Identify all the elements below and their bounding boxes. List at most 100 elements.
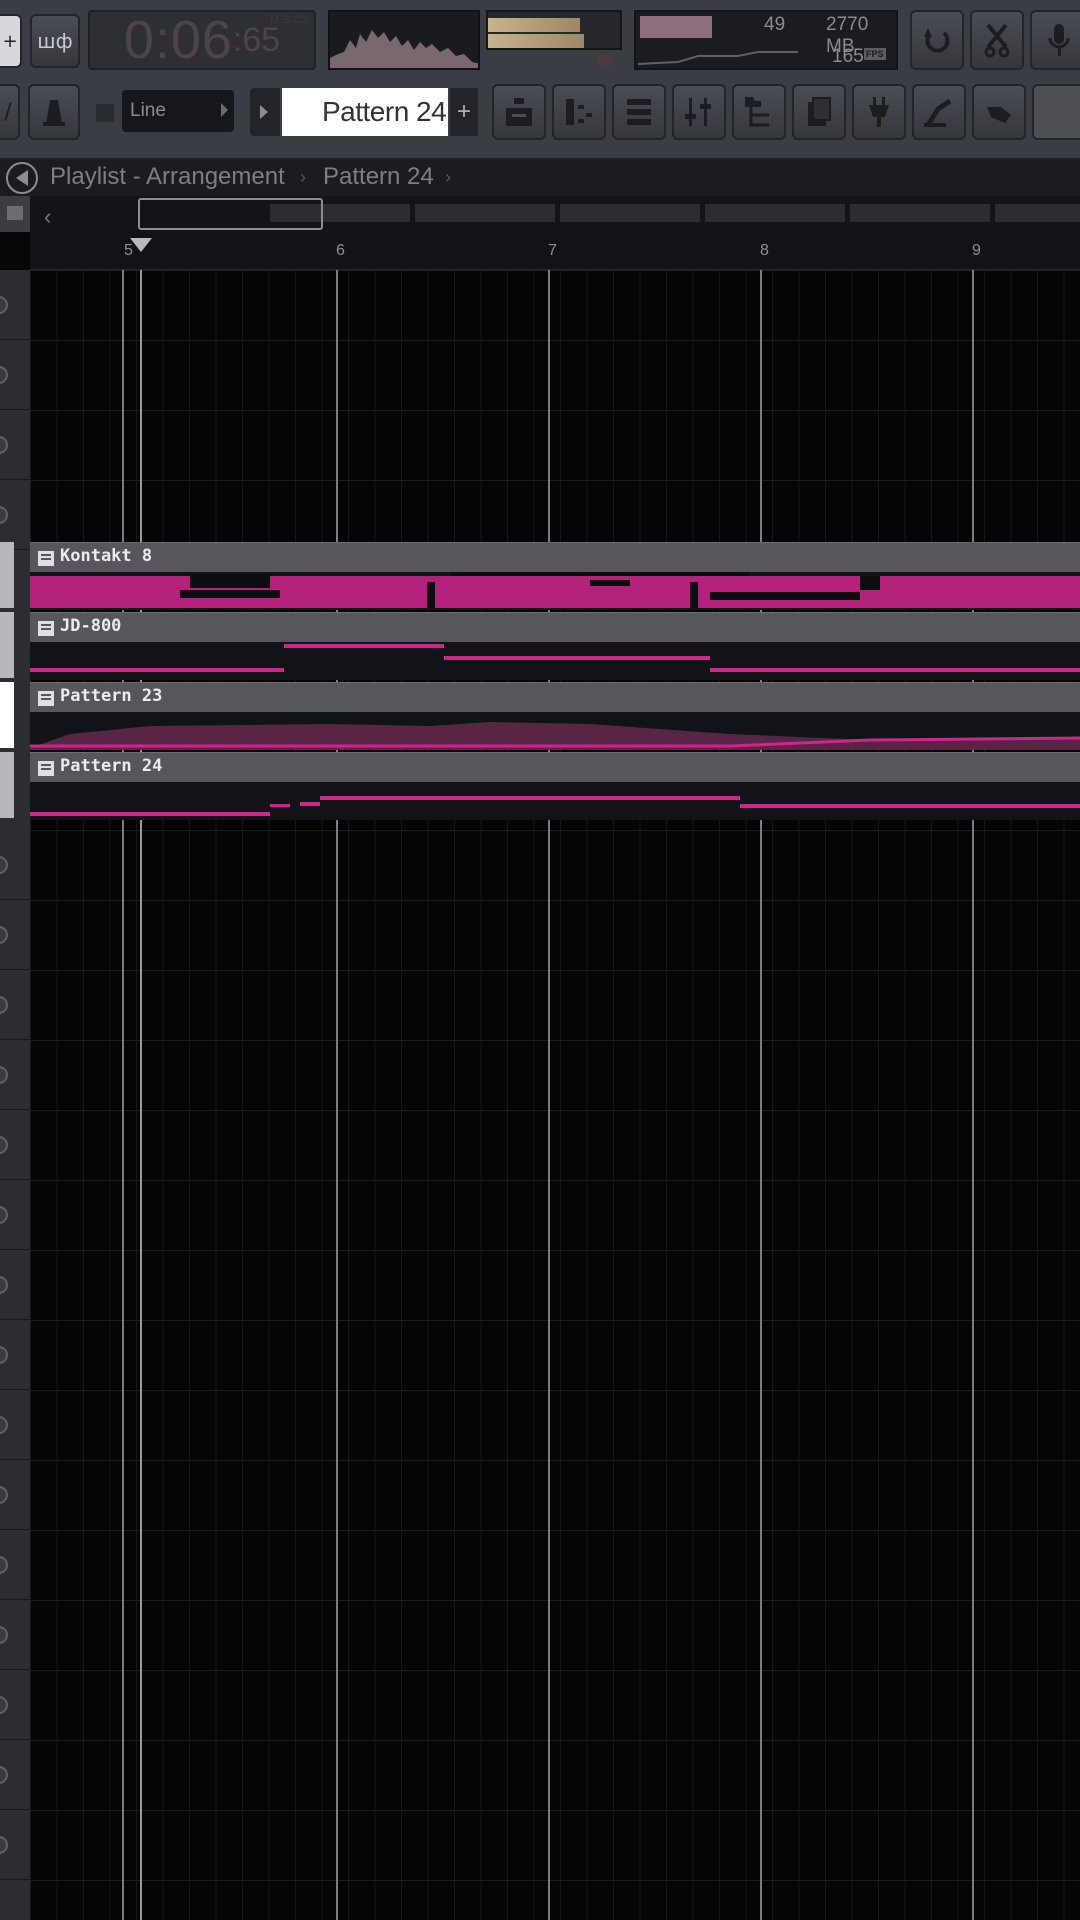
menu-icon: [7, 206, 23, 220]
pedal-button[interactable]: [912, 84, 966, 140]
track-selector[interactable]: [0, 612, 14, 678]
track-row-header: [0, 1390, 30, 1460]
chevron-right-icon: [221, 103, 228, 117]
main-toolbar: + шф 0:06:65 M:S:CS 49 2770 MB 165 FPS: [0, 0, 1080, 160]
track-menu-button[interactable]: [0, 196, 30, 232]
automation-curve: [30, 722, 1080, 750]
playlist-button[interactable]: [492, 84, 546, 140]
clip-header: JD-800: [30, 612, 1080, 642]
mute-button[interactable]: [0, 1206, 8, 1224]
clip-pattern-24[interactable]: Pattern 24: [30, 752, 1080, 820]
mute-button[interactable]: [0, 506, 8, 524]
pattern-clip-icon: [38, 691, 54, 706]
undo-icon: [924, 28, 950, 53]
track-row-header: [0, 1180, 30, 1250]
mic-icon: [1048, 24, 1070, 56]
clip-jd-800[interactable]: JD-800: [30, 612, 1080, 680]
song-time-display[interactable]: 0:06:65 M:S:CS: [88, 10, 316, 70]
piano-roll-button[interactable]: [552, 84, 606, 140]
mute-button[interactable]: [0, 1836, 8, 1854]
mute-button[interactable]: [0, 1556, 8, 1574]
record-button[interactable]: [1030, 10, 1080, 70]
plus-button[interactable]: +: [0, 14, 22, 68]
browser-button[interactable]: [732, 84, 786, 140]
clip-pattern-23[interactable]: Pattern 23: [30, 682, 1080, 750]
track-mute-column: [0, 270, 30, 1920]
overview-segment: [705, 204, 845, 222]
playlist-icon: [506, 98, 532, 126]
plugin-icon: [869, 97, 889, 127]
mute-button[interactable]: [0, 296, 8, 314]
lock-icon: [96, 104, 114, 122]
mute-button[interactable]: [0, 1486, 8, 1504]
note-preview: [30, 572, 1080, 610]
plugin-database-button[interactable]: [852, 84, 906, 140]
playlist-speaker-icon[interactable]: [6, 162, 38, 194]
bar-number: 6: [336, 242, 345, 259]
hand-tool-button[interactable]: [972, 84, 1026, 140]
metronome-button[interactable]: [28, 84, 80, 140]
mute-button[interactable]: [0, 996, 8, 1014]
scroll-left-arrow[interactable]: ‹: [44, 204, 51, 230]
channel-rack-button[interactable]: [612, 84, 666, 140]
cpu-memory-panel[interactable]: 49 2770 MB 165 FPS: [634, 10, 898, 70]
track-row-header: [0, 480, 30, 550]
mute-button[interactable]: [0, 926, 8, 944]
track-row-header: [0, 1740, 30, 1810]
breadcrumb-separator: ›: [300, 167, 306, 187]
pattern-selector[interactable]: Pattern 24: [282, 88, 448, 136]
track-row-header: [0, 1600, 30, 1670]
mute-button[interactable]: [0, 1066, 8, 1084]
cpu-graph: [638, 51, 798, 65]
wave-mode-button[interactable]: шф: [30, 14, 80, 68]
overview-scroll-thumb[interactable]: [138, 198, 323, 230]
bar-line: [760, 270, 762, 1920]
channel-rack-icon: [627, 99, 651, 125]
bar-line: [122, 270, 124, 1920]
note-preview: [30, 782, 1080, 820]
clip-kontakt-8[interactable]: Kontakt 8: [30, 542, 1080, 610]
mute-button[interactable]: [0, 1696, 8, 1714]
snap-selector[interactable]: Line: [122, 90, 234, 132]
mute-button[interactable]: [0, 436, 8, 454]
mixer-button[interactable]: [672, 84, 726, 140]
clipboard-button[interactable]: [792, 84, 846, 140]
bar-number: 8: [760, 242, 769, 259]
cut-tool-button[interactable]: [970, 10, 1024, 70]
breadcrumb-pattern[interactable]: Pattern 24: [323, 163, 434, 191]
playlist-grid[interactable]: [30, 270, 1080, 1920]
mute-button[interactable]: [0, 366, 8, 384]
mute-button[interactable]: [0, 1346, 8, 1364]
mute-button[interactable]: [0, 1416, 8, 1434]
clip-header: Pattern 24: [30, 752, 1080, 782]
extra-button[interactable]: [1032, 84, 1080, 140]
track-selector[interactable]: [0, 682, 14, 748]
metronome-icon: [43, 100, 65, 126]
bar-line: [548, 270, 550, 1920]
overview-segment: [415, 204, 555, 222]
bar-line: [336, 270, 338, 1920]
playhead-marker[interactable]: [130, 238, 152, 252]
track-row-header: [0, 1460, 30, 1530]
pattern-arrow-button[interactable]: [250, 88, 280, 136]
mute-button[interactable]: [0, 1766, 8, 1784]
draw-tool-button[interactable]: /: [0, 84, 20, 140]
clip-header: Pattern 23: [30, 682, 1080, 712]
track-selector[interactable]: [0, 752, 14, 818]
track-row-header: [0, 830, 30, 900]
mute-button[interactable]: [0, 1626, 8, 1644]
cpu-value: 49: [764, 14, 786, 35]
undo-button[interactable]: [910, 10, 964, 70]
wave-mode-label: шф: [37, 29, 73, 53]
level-left: [488, 18, 580, 32]
add-pattern-button[interactable]: +: [450, 88, 478, 136]
track-row-header: [0, 900, 30, 970]
mute-button[interactable]: [0, 1276, 8, 1294]
note-preview: [30, 642, 1080, 680]
mute-button[interactable]: [0, 1136, 8, 1154]
mute-button[interactable]: [0, 856, 8, 874]
track-row-header: [0, 410, 30, 480]
pattern-clip-icon: [38, 551, 54, 566]
track-row-header: [0, 1530, 30, 1600]
track-selector[interactable]: [0, 542, 14, 608]
